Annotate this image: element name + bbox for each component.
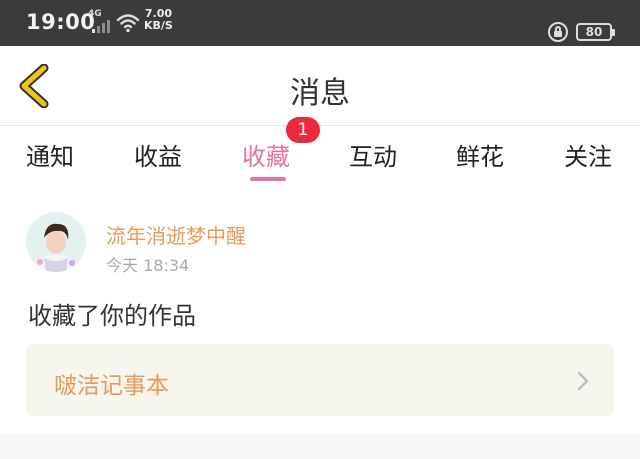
- avatar[interactable]: [26, 212, 86, 272]
- tab-following[interactable]: 关注: [564, 137, 612, 172]
- unread-badge: 1: [286, 117, 320, 143]
- sender-username[interactable]: 流年消逝梦中醒: [106, 220, 246, 249]
- tab-bar: 通知 收益 收藏 互动 鲜花 关注: [0, 127, 640, 187]
- list-divider: [0, 434, 640, 459]
- wifi-icon: [116, 14, 140, 33]
- rotation-lock-icon: [548, 22, 568, 42]
- page-title: 消息: [290, 76, 350, 111]
- app-header: 消息: [0, 46, 640, 126]
- work-title: 啵洁记事本: [54, 373, 169, 399]
- tab-notifications[interactable]: 通知: [26, 137, 74, 172]
- network-type: 4G: [88, 9, 102, 19]
- tab-interactions[interactable]: 互动: [349, 137, 397, 172]
- status-time: 19:00: [26, 10, 96, 34]
- work-link-card[interactable]: 啵洁记事本: [26, 344, 614, 416]
- battery-icon: 80: [576, 23, 615, 41]
- chevron-right-icon: [577, 371, 589, 391]
- tab-earnings[interactable]: 收益: [134, 137, 182, 172]
- cellular-signal-icon: 4G: [88, 9, 112, 35]
- network-speed-unit: KB/S: [144, 19, 173, 32]
- message-action-text: 收藏了你的作品: [28, 302, 196, 330]
- active-tab-indicator: [250, 177, 286, 181]
- message-time: 今天 18:34: [106, 256, 190, 275]
- avatar-image: [26, 212, 86, 272]
- tab-flowers[interactable]: 鲜花: [456, 137, 504, 172]
- network-speed: 7.00 KB/S: [144, 8, 173, 32]
- status-bar: 19:00 4G 7.00 KB/S 80: [0, 0, 640, 46]
- tab-favorites[interactable]: 收藏: [242, 137, 290, 172]
